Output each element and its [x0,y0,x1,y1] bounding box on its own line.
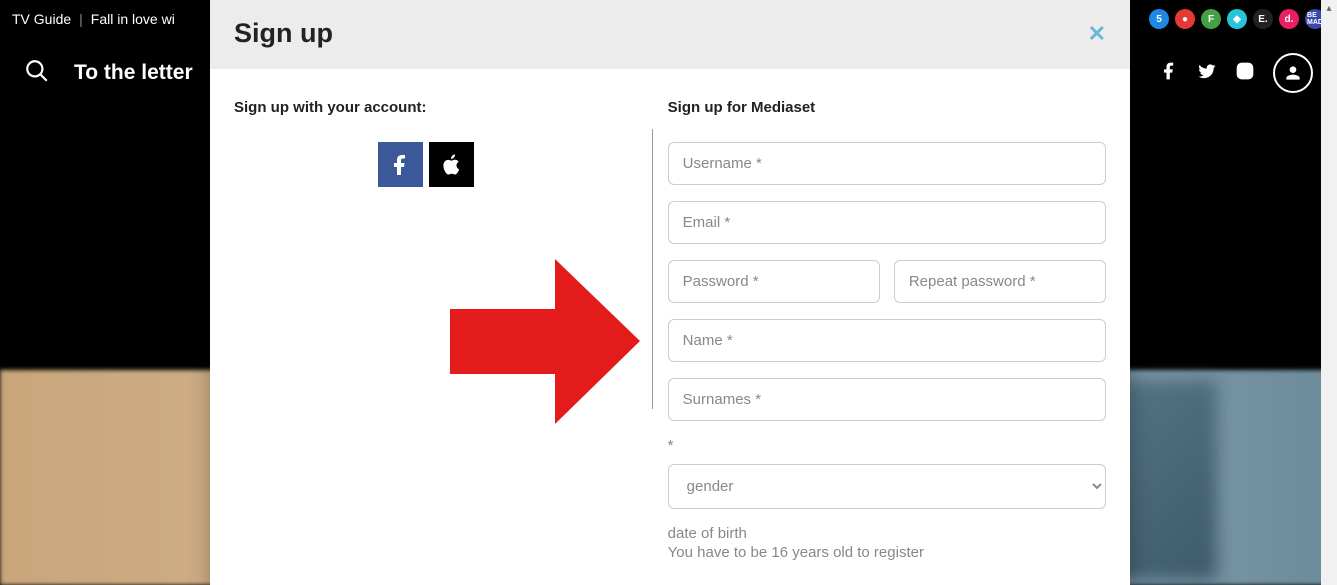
social-signup-heading: Sign up with your account: [234,99,618,116]
facebook-signup-button[interactable] [378,142,423,187]
twitter-icon[interactable] [1197,61,1217,86]
surnames-field[interactable] [668,378,1106,421]
user-account-icon[interactable] [1273,53,1313,93]
scroll-up-arrow-icon[interactable]: ▴ [1321,0,1337,16]
password-field[interactable] [668,260,880,303]
dob-hint: You have to be 16 years old to register [668,544,1106,561]
modal-header: Sign up ✕ [210,0,1130,69]
page-title: To the letter [74,61,193,85]
separator: | [79,11,83,27]
channel-icon-energy[interactable]: E. [1253,9,1273,29]
facebook-icon[interactable] [1159,61,1179,86]
close-icon[interactable]: ✕ [1088,21,1106,47]
tv-guide-link[interactable]: TV Guide [12,11,71,27]
instagram-icon[interactable] [1235,61,1255,86]
repeat-password-field[interactable] [894,260,1106,303]
channel-icon-boing[interactable]: ◆ [1227,9,1247,29]
channel-icon-divinity[interactable]: d. [1279,9,1299,29]
apple-signup-button[interactable] [429,142,474,187]
promo-text: Fall in love wi [91,11,175,27]
channel-icon-cuatro[interactable]: ● [1175,9,1195,29]
vertical-divider [652,129,653,409]
dob-label: date of birth [668,525,1106,542]
channel-icon-fdf[interactable]: F [1201,9,1221,29]
required-asterisk: * [668,437,1106,454]
modal-title: Sign up [234,18,333,49]
gender-select[interactable]: gender [668,464,1106,509]
channel-icon-5[interactable]: 5 [1149,9,1169,29]
search-icon[interactable] [24,58,50,89]
channel-icons: 5 ● F ◆ E. d. BEMAD [1149,9,1325,29]
form-signup-heading: Sign up for Mediaset [668,99,1106,116]
name-field[interactable] [668,319,1106,362]
email-field[interactable] [668,201,1106,244]
signup-modal: Sign up ✕ Sign up with your account: Sig… [210,0,1130,585]
page-scrollbar[interactable]: ▴ [1321,0,1337,585]
username-field[interactable] [668,142,1106,185]
